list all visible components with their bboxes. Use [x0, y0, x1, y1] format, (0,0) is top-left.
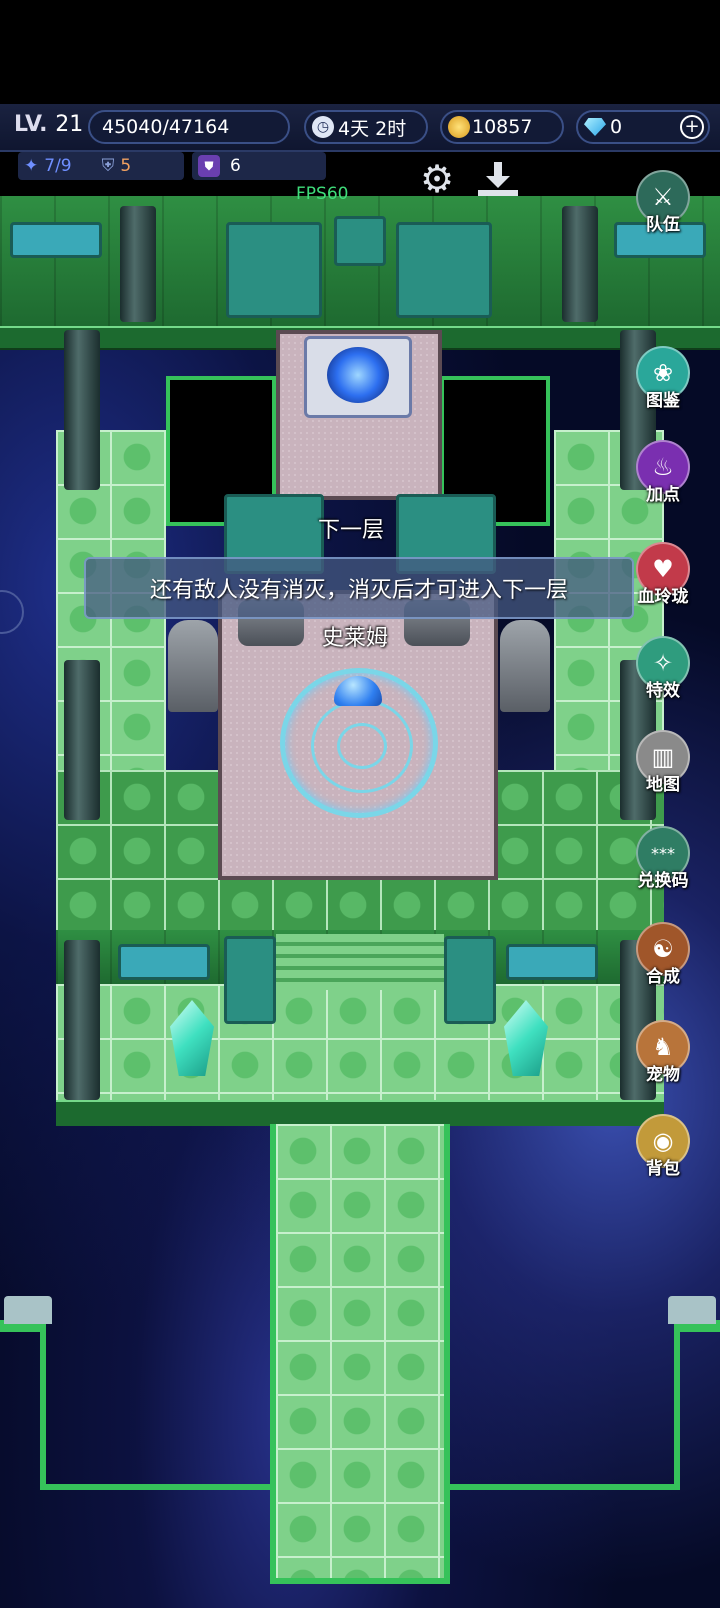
pillar-left-1	[64, 330, 100, 490]
bottom-left-block	[4, 1296, 52, 1324]
level-prefix: LV.	[14, 112, 48, 137]
statue-right-icon	[500, 620, 550, 712]
menu-add-points[interactable]: ♨ 加点	[634, 440, 692, 505]
gem-value: 0	[610, 116, 623, 138]
menu-blood-orb[interactable]: ♥ 血玲珑	[634, 542, 692, 607]
stat-c-value: 6	[230, 156, 241, 176]
diamond-icon	[584, 118, 606, 136]
gem-pill: 0 +	[576, 110, 710, 144]
clock-icon: ◷	[312, 116, 334, 138]
bottom-right-block	[668, 1296, 716, 1324]
stat-b-value: 5	[120, 156, 132, 176]
time-value: 4天 2时	[338, 117, 407, 140]
menu-synthesize[interactable]: ☯ 合成	[634, 922, 692, 987]
lower-block-right	[444, 936, 496, 1024]
level-display: LV. 21	[14, 112, 83, 137]
menu-effects[interactable]: ✧ 特效	[634, 636, 692, 701]
stat-a-value: 7/9	[44, 156, 72, 176]
add-gem-button[interactable]: +	[680, 115, 704, 139]
top-pillar-right	[562, 206, 598, 322]
toast-message: 还有敌人没有消灭，消灭后才可进入下一层	[84, 557, 634, 619]
lower-plaque-right	[506, 944, 598, 980]
hp-pill: 45040/47164	[88, 110, 290, 144]
stat-c-pill: ⛊ 6	[192, 152, 326, 180]
mana-flame-icon: ✦	[24, 156, 39, 176]
hp-value: 45040/47164	[102, 116, 230, 138]
stat-a-pill: ✦ 7/9 ⛨ 5	[18, 152, 184, 180]
settings-gear-icon[interactable]: ⚙	[418, 160, 456, 198]
level-value: 21	[55, 112, 84, 137]
right-bottom-area	[444, 1320, 680, 1490]
gold-coin-icon	[448, 116, 470, 138]
menu-pets[interactable]: ♞ 宠物	[634, 1020, 692, 1085]
lower-block-left	[224, 936, 276, 1024]
top-pillar-left	[120, 206, 156, 322]
menu-codex[interactable]: ❀ 图鉴	[634, 346, 692, 411]
rune-tablet-center	[334, 216, 386, 266]
portal-glow-icon	[327, 347, 389, 403]
stairs-label: 下一层	[318, 518, 385, 543]
corridor-border	[270, 1124, 450, 1584]
gold-pill: 10857	[440, 110, 564, 144]
monster-label: 史莱姆	[322, 626, 389, 651]
menu-redeem-code[interactable]: *** 兑换码	[634, 826, 692, 891]
pillar-left-2	[64, 660, 100, 820]
next-floor-portal[interactable]	[304, 336, 412, 418]
stairs-down	[276, 934, 444, 990]
lower-plaque-left	[118, 944, 210, 980]
time-pill: ◷ 4天 2时	[304, 110, 428, 144]
menu-map[interactable]: ▥ 地图	[634, 730, 692, 795]
left-bottom-area	[40, 1320, 276, 1490]
shield-badge-icon: ⛊	[198, 155, 220, 177]
gold-value: 10857	[472, 116, 533, 138]
menu-team[interactable]: ⚔ 队伍	[634, 170, 692, 235]
statue-left-icon	[168, 620, 218, 712]
pillar-lower-left	[64, 940, 100, 1100]
menu-backpack[interactable]: ◉ 背包	[634, 1114, 692, 1179]
download-icon[interactable]	[478, 162, 518, 198]
rune-tablet-left	[226, 222, 322, 318]
wall-plaque-left	[10, 222, 102, 258]
lower-room-edge	[56, 1100, 664, 1126]
armor-icon: ⛨	[101, 156, 115, 176]
fps-counter: FPS60	[296, 184, 349, 204]
rune-tablet-right	[396, 222, 492, 318]
